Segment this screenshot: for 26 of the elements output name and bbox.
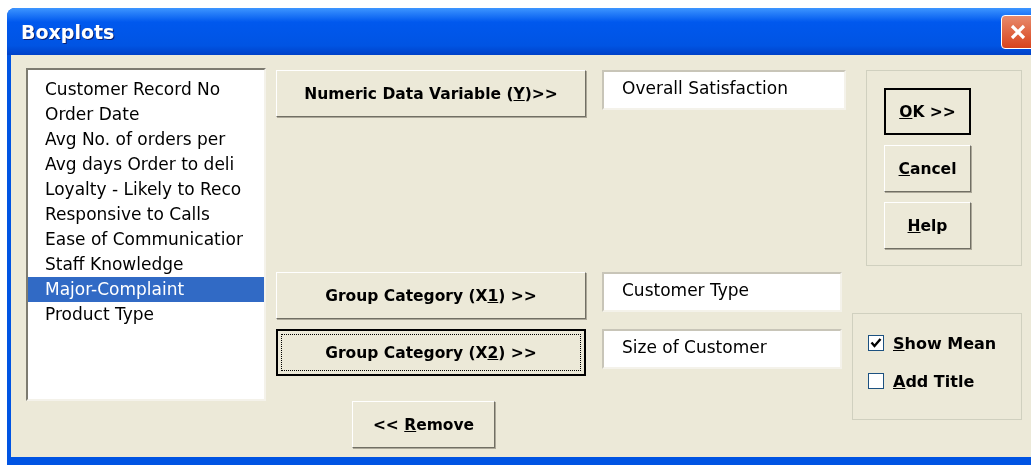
list-item[interactable]: Responsive to Calls [28, 202, 264, 227]
input-field[interactable]: Customer Type [602, 272, 842, 312]
list-item[interactable]: Major-Complaint [28, 277, 264, 302]
checkbox-label[interactable]: Add Title [893, 371, 975, 391]
checkbox[interactable] [868, 335, 884, 351]
list-item[interactable]: Order Date [28, 102, 264, 127]
list-item[interactable]: Loyalty - Likely to Reco [28, 177, 264, 202]
window-title: Boxplots [20, 20, 115, 43]
assign-button[interactable]: Group Category (X1) >> [276, 272, 586, 319]
close-icon[interactable] [1001, 14, 1031, 49]
list-item[interactable]: Avg No. of orders per [28, 127, 264, 152]
checkbox-label[interactable]: Show Mean [893, 333, 997, 353]
assign-button[interactable]: Group Category (X2) >> [276, 329, 586, 376]
checkbox[interactable] [868, 373, 884, 389]
list-item[interactable]: Customer Record No [28, 77, 264, 102]
list-item[interactable]: Product Type [28, 302, 264, 327]
action-button[interactable]: OK >> [884, 88, 971, 135]
action-button[interactable]: Help [884, 202, 971, 249]
input-field[interactable]: Size of Customer [602, 329, 842, 369]
remove-button[interactable]: << Remove [352, 401, 495, 448]
assign-button[interactable]: Numeric Data Variable (Y)>> [276, 70, 586, 117]
list-item[interactable]: Staff Knowledge [28, 252, 264, 277]
list-item[interactable]: Avg days Order to deli [28, 152, 264, 177]
input-field[interactable]: Overall Satisfaction [602, 70, 846, 110]
list-item[interactable]: Ease of Communicatior [28, 227, 264, 252]
action-button[interactable]: Cancel [884, 145, 971, 192]
